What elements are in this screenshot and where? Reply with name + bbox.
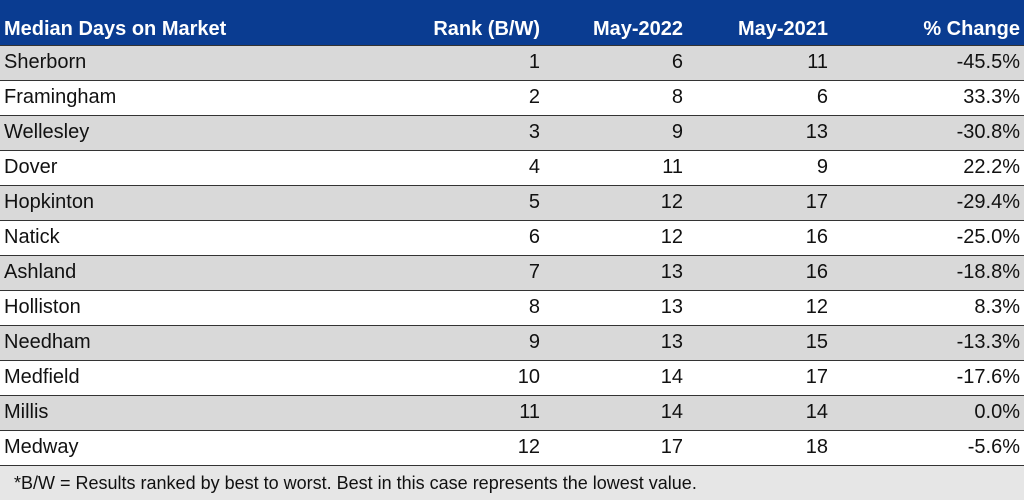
cell-may-2022: 12: [544, 220, 687, 256]
table-row: Framingham 2 8 6 33.3%: [0, 80, 1024, 116]
cell-pct-change: -13.3%: [832, 325, 1024, 361]
cell-may-2021: 14: [687, 395, 832, 431]
cell-rank: 5: [390, 185, 544, 221]
cell-rank: 6: [390, 220, 544, 256]
footnote: *B/W = Results ranked by best to worst. …: [0, 465, 1024, 500]
header-town: Median Days on Market: [0, 0, 390, 46]
cell-may-2021: 17: [687, 360, 832, 396]
cell-rank: 1: [390, 45, 544, 81]
cell-may-2021: 16: [687, 255, 832, 291]
cell-town: Framingham: [0, 80, 390, 116]
cell-rank: 11: [390, 395, 544, 431]
cell-town: Holliston: [0, 290, 390, 326]
cell-may-2022: 14: [544, 360, 687, 396]
cell-may-2021: 16: [687, 220, 832, 256]
cell-pct-change: 0.0%: [832, 395, 1024, 431]
table-row: Holliston 8 13 12 8.3%: [0, 290, 1024, 326]
cell-may-2022: 9: [544, 115, 687, 151]
cell-may-2021: 6: [687, 80, 832, 116]
cell-pct-change: -29.4%: [832, 185, 1024, 221]
cell-rank: 4: [390, 150, 544, 186]
table-row: Ashland 7 13 16 -18.8%: [0, 255, 1024, 291]
cell-rank: 12: [390, 430, 544, 466]
table-row: Medfield 10 14 17 -17.6%: [0, 360, 1024, 396]
header-may-2022: May-2022: [544, 0, 687, 46]
cell-town: Natick: [0, 220, 390, 256]
cell-rank: 10: [390, 360, 544, 396]
cell-may-2022: 6: [544, 45, 687, 81]
cell-pct-change: -17.6%: [832, 360, 1024, 396]
cell-may-2022: 17: [544, 430, 687, 466]
cell-rank: 9: [390, 325, 544, 361]
cell-town: Needham: [0, 325, 390, 361]
cell-may-2022: 11: [544, 150, 687, 186]
table-row: Medway 12 17 18 -5.6%: [0, 430, 1024, 466]
cell-may-2022: 12: [544, 185, 687, 221]
cell-town: Medway: [0, 430, 390, 466]
header-rank: Rank (B/W): [390, 0, 544, 46]
cell-may-2022: 13: [544, 255, 687, 291]
table-row: Natick 6 12 16 -25.0%: [0, 220, 1024, 256]
cell-pct-change: -45.5%: [832, 45, 1024, 81]
cell-town: Millis: [0, 395, 390, 431]
cell-pct-change: 8.3%: [832, 290, 1024, 326]
cell-may-2022: 8: [544, 80, 687, 116]
median-days-table: Median Days on Market Rank (B/W) May-202…: [0, 0, 1024, 466]
cell-pct-change: -25.0%: [832, 220, 1024, 256]
cell-may-2022: 13: [544, 290, 687, 326]
cell-may-2021: 11: [687, 45, 832, 81]
cell-may-2022: 14: [544, 395, 687, 431]
cell-pct-change: -30.8%: [832, 115, 1024, 151]
table-row: Wellesley 3 9 13 -30.8%: [0, 115, 1024, 151]
cell-pct-change: -5.6%: [832, 430, 1024, 466]
cell-town: Hopkinton: [0, 185, 390, 221]
table-row: Sherborn 1 6 11 -45.5%: [0, 45, 1024, 81]
cell-rank: 8: [390, 290, 544, 326]
cell-may-2021: 9: [687, 150, 832, 186]
cell-town: Wellesley: [0, 115, 390, 151]
header-row: Median Days on Market Rank (B/W) May-202…: [0, 0, 1024, 46]
cell-may-2021: 17: [687, 185, 832, 221]
table-row: Millis 11 14 14 0.0%: [0, 395, 1024, 431]
cell-may-2021: 13: [687, 115, 832, 151]
header-pct-change: % Change: [832, 0, 1024, 46]
cell-may-2021: 18: [687, 430, 832, 466]
table-row: Needham 9 13 15 -13.3%: [0, 325, 1024, 361]
cell-rank: 7: [390, 255, 544, 291]
table-row: Hopkinton 5 12 17 -29.4%: [0, 185, 1024, 221]
cell-rank: 2: [390, 80, 544, 116]
cell-town: Medfield: [0, 360, 390, 396]
cell-pct-change: -18.8%: [832, 255, 1024, 291]
cell-may-2021: 12: [687, 290, 832, 326]
cell-pct-change: 22.2%: [832, 150, 1024, 186]
cell-may-2022: 13: [544, 325, 687, 361]
cell-town: Dover: [0, 150, 390, 186]
cell-rank: 3: [390, 115, 544, 151]
cell-pct-change: 33.3%: [832, 80, 1024, 116]
cell-town: Ashland: [0, 255, 390, 291]
table-row: Dover 4 11 9 22.2%: [0, 150, 1024, 186]
header-may-2021: May-2021: [687, 0, 832, 46]
cell-may-2021: 15: [687, 325, 832, 361]
cell-town: Sherborn: [0, 45, 390, 81]
